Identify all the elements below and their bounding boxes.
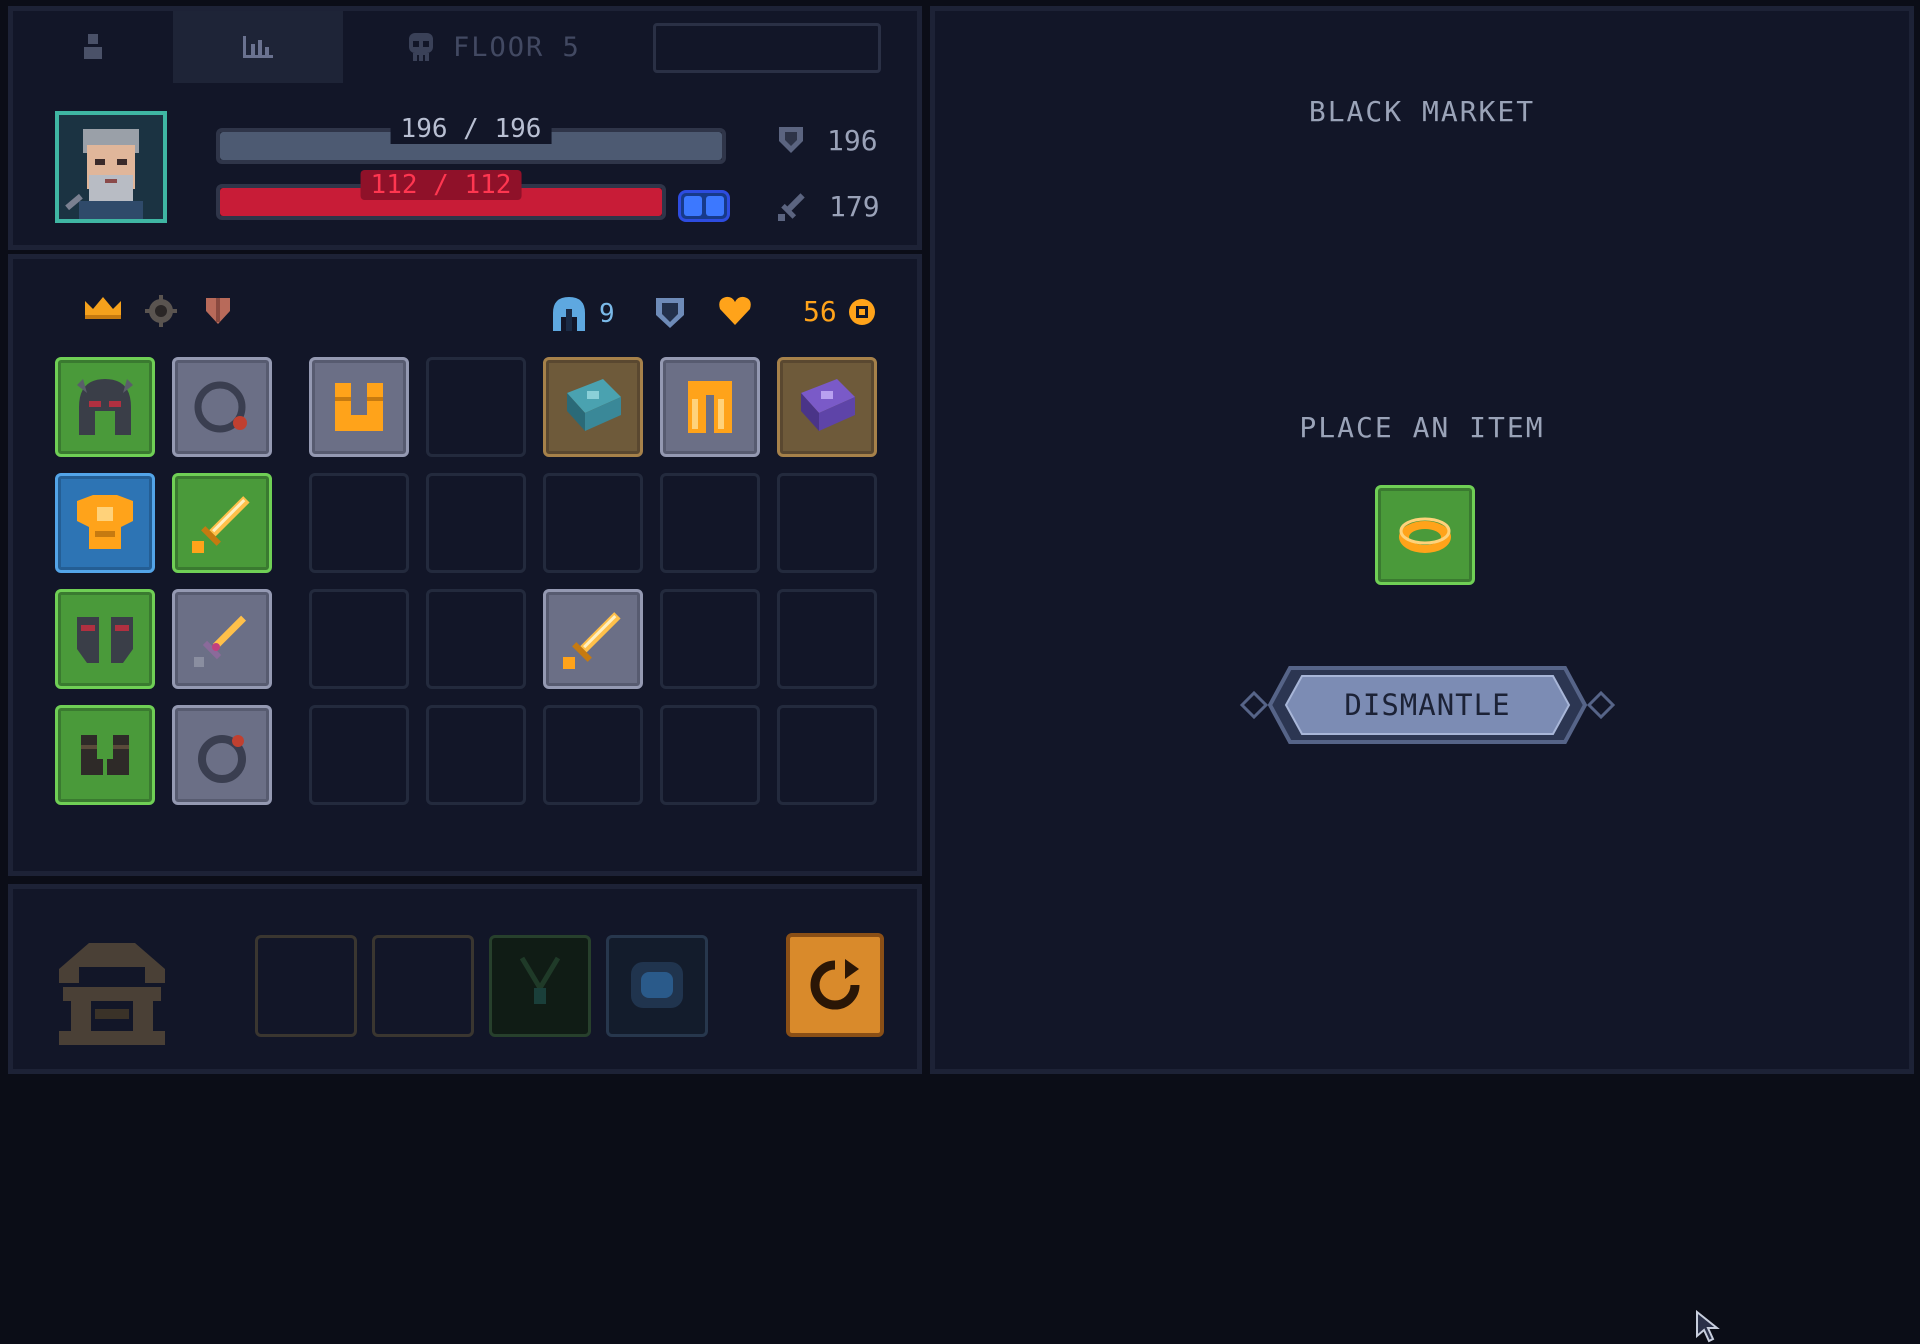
shield-icon (779, 127, 803, 153)
offer-item-slot[interactable] (1375, 485, 1475, 585)
dismantle-label: DISMANTLE (1344, 688, 1511, 722)
tab-character[interactable] (13, 11, 173, 83)
anvil-icon[interactable] (49, 939, 175, 1049)
dismantle-button[interactable]: DISMANTLE (1239, 662, 1720, 1343)
inventory-panel: 9 56 (8, 254, 922, 876)
defense-stat: 196 (775, 123, 878, 157)
craft-slot-4[interactable] (606, 935, 708, 1037)
tab-stats[interactable] (173, 11, 343, 83)
craft-slot-3[interactable] (489, 935, 591, 1037)
filter-shield-button[interactable] (203, 295, 233, 327)
attack-value: 179 (829, 189, 880, 223)
crown-icon (85, 297, 121, 319)
inventory-slot[interactable] (543, 473, 643, 573)
place-item-label: PLACE AN ITEM (1299, 411, 1545, 444)
sword-icon (563, 612, 621, 669)
chestplate-icon (77, 495, 133, 549)
bracer-icon (631, 962, 683, 1008)
armor-value: 196 / 196 (390, 114, 552, 144)
inventory-slot[interactable] (55, 705, 155, 805)
helmet-icon (553, 297, 585, 331)
search-field[interactable] (653, 23, 881, 73)
inventory-slot[interactable] (543, 357, 643, 457)
craft-slot-2[interactable] (372, 935, 474, 1037)
market-title: BLACK MARKET (1308, 95, 1536, 128)
inventory-slot[interactable] (660, 473, 760, 573)
inventory-slot[interactable] (55, 589, 155, 689)
inventory-slot[interactable] (426, 473, 526, 573)
inventory-slot[interactable] (172, 589, 272, 689)
floor-indicator: FLOOR 5 (403, 11, 581, 83)
defense-badge (653, 295, 687, 331)
inventory-slot[interactable] (777, 473, 877, 573)
inventory-slot[interactable] (777, 705, 877, 805)
inventory-slot[interactable] (777, 357, 877, 457)
inventory-slot[interactable] (660, 589, 760, 689)
inventory-slot[interactable] (660, 705, 760, 805)
health-value: 112 / 112 (360, 170, 522, 200)
sword-icon (192, 496, 250, 553)
helm-count-badge: 9 (549, 295, 615, 333)
boots-icon (335, 383, 383, 431)
inventory-slot[interactable] (543, 589, 643, 689)
mouse-cursor-icon (1696, 1310, 1720, 1343)
gear-icon (145, 295, 177, 327)
floor-label-text: FLOOR 5 (453, 31, 581, 63)
helm-count-value: 9 (599, 299, 615, 329)
gold-ring-icon (1399, 517, 1451, 553)
sword-icon (778, 193, 805, 221)
inventory-slot[interactable] (172, 705, 272, 805)
pauldrons-icon (77, 617, 133, 663)
inventory-slot[interactable] (172, 357, 272, 457)
spellbook-icon (567, 379, 621, 431)
attack-stat: 179 (775, 189, 880, 223)
black-market-panel: BLACK MARKET PLACE AN ITEM DISMANTLE (930, 6, 1914, 1343)
inventory-slot[interactable] (55, 357, 155, 457)
ring-red-icon (198, 735, 246, 783)
craft-slot-1[interactable] (255, 935, 357, 1037)
refresh-icon (810, 959, 860, 1010)
hero-face-avatar (65, 129, 143, 219)
crafting-panel (8, 884, 922, 1074)
gold-counter: 56 (803, 295, 877, 328)
hero-portrait[interactable] (55, 111, 167, 223)
inventory-slot[interactable] (426, 357, 526, 457)
mana-pill (678, 190, 730, 222)
inventory-slot[interactable] (426, 589, 526, 689)
chart-icon (243, 36, 273, 58)
health-bar: 112 / 112 (216, 170, 666, 220)
amulet-icon (519, 956, 561, 1004)
inventory-slot[interactable] (55, 473, 155, 573)
spellbook-purple-icon (801, 379, 855, 431)
inventory-slot[interactable] (309, 357, 409, 457)
inventory-slot[interactable] (309, 473, 409, 573)
inventory-slot[interactable] (543, 705, 643, 805)
reroll-button[interactable] (786, 933, 884, 1037)
heart-icon (719, 296, 751, 325)
heart-badge (717, 295, 753, 327)
boots-dark-icon (81, 735, 129, 775)
shield-filter-icon (206, 298, 230, 324)
shield-badge-icon (656, 298, 684, 328)
inventory-slot[interactable] (660, 357, 760, 457)
filter-gear-button[interactable] (145, 295, 177, 327)
inventory-slot[interactable] (426, 705, 526, 805)
coin-icon (848, 298, 875, 325)
inventory-slot[interactable] (309, 705, 409, 805)
skull-icon (409, 33, 433, 61)
character-panel: FLOOR 5 196 / 196 112 / 112 196 179 (8, 6, 922, 250)
armor-bar: 196 / 196 (216, 114, 726, 164)
person-icon (84, 34, 102, 59)
ring-icon (194, 381, 247, 433)
inventory-slot[interactable] (309, 589, 409, 689)
defense-value: 196 (827, 123, 878, 157)
helmet-icon (77, 379, 133, 435)
inventory-slot[interactable] (172, 473, 272, 573)
filter-crown-button[interactable] (83, 295, 123, 321)
gold-value: 56 (803, 295, 837, 328)
pants-icon (688, 381, 732, 433)
dagger-icon (194, 615, 247, 667)
inventory-slot[interactable] (777, 589, 877, 689)
